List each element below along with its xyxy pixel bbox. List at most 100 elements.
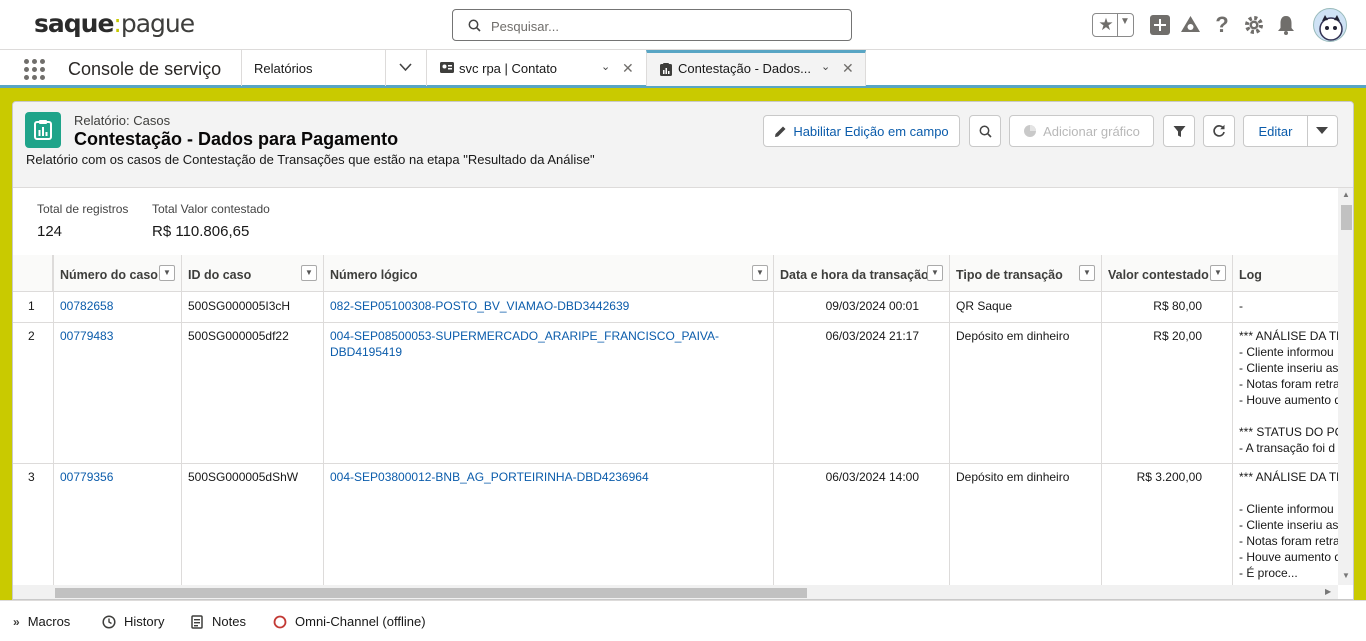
report-header: Relatório: Casos Contestação - Dados par… xyxy=(13,102,1353,188)
case-number-link[interactable]: 00779483 xyxy=(54,322,181,344)
filter-button[interactable] xyxy=(1163,115,1195,147)
chevron-down-icon[interactable] xyxy=(399,63,412,72)
search-input[interactable] xyxy=(491,16,841,36)
tab-contact[interactable]: svc rpa | Contato ⌄ ✕ xyxy=(426,50,646,86)
total-records-label: Total de registros xyxy=(37,202,129,216)
user-avatar[interactable] xyxy=(1313,8,1347,42)
scroll-right-icon[interactable]: ▶ xyxy=(1325,587,1331,596)
log-line: - Houve aumento d xyxy=(1239,393,1338,407)
log-cell: - xyxy=(1239,299,1243,313)
notes-icon xyxy=(191,614,203,629)
history-button[interactable]: History xyxy=(102,614,164,629)
close-icon[interactable]: ✕ xyxy=(842,60,854,77)
chevron-down-icon[interactable] xyxy=(1316,127,1328,135)
log-line: - A transação foi d xyxy=(1239,441,1336,455)
column-header[interactable]: Valor contestado ▼ xyxy=(1102,255,1232,292)
chevron-down-icon[interactable]: ⌄ xyxy=(601,60,610,73)
scrollbar-thumb[interactable] xyxy=(55,588,807,598)
transaction-type-cell: Depósito em dinheiro xyxy=(956,470,1070,484)
log-line: - Cliente informou xyxy=(1239,502,1334,516)
report-icon xyxy=(660,63,672,76)
chevron-down-icon[interactable]: ▼ xyxy=(1120,16,1130,27)
saquepague-logo[interactable]: saque:pague xyxy=(34,9,195,38)
filter-icon xyxy=(1173,125,1185,137)
vertical-scrollbar[interactable]: ▲ ▼ xyxy=(1338,188,1353,585)
logical-number-link-cont[interactable]: DBD4195419 xyxy=(324,338,773,360)
column-header[interactable]: Número do caso ▼ xyxy=(54,255,181,292)
close-icon[interactable]: ✕ xyxy=(622,60,634,77)
scrollbar-thumb[interactable] xyxy=(1341,205,1352,230)
column-header-label: Log xyxy=(1239,268,1262,282)
help-icon[interactable]: ? xyxy=(1211,12,1233,37)
column-menu-icon[interactable]: ▼ xyxy=(301,265,317,281)
column-header[interactable]: Log xyxy=(1233,255,1338,292)
column-case-id: ID do caso ▼ 500SG000005I3cH 500SG000005d… xyxy=(181,255,323,585)
total-records-value: 124 xyxy=(37,223,63,240)
column-header[interactable]: ID do caso ▼ xyxy=(182,255,323,292)
column-menu-icon[interactable]: ▼ xyxy=(1210,265,1226,281)
inline-edit-button[interactable]: Habilitar Edição em campo xyxy=(763,115,960,147)
add-chart-button[interactable]: Adicionar gráfico xyxy=(1009,115,1154,147)
notes-button[interactable]: Notes xyxy=(191,614,246,629)
transaction-type-cell: Depósito em dinheiro xyxy=(956,329,1070,343)
nav-object-menu[interactable]: Relatórios xyxy=(241,50,426,86)
column-header[interactable]: Número lógico ▼ xyxy=(324,255,773,292)
app-launcher-icon[interactable] xyxy=(24,59,46,81)
column-contested-value: Valor contestado ▼ R$ 80,00 R$ 20,00 R$ 3… xyxy=(1101,255,1232,585)
search-icon xyxy=(468,19,481,32)
edit-button[interactable]: Editar xyxy=(1244,124,1307,139)
notification-bell-icon[interactable] xyxy=(1275,14,1297,36)
log-line: - Cliente informou xyxy=(1239,345,1334,359)
case-number-link[interactable]: 00779356 xyxy=(54,463,181,485)
omni-channel-button[interactable]: Omni-Channel (offline) xyxy=(273,614,426,629)
global-actions-icon[interactable] xyxy=(1149,14,1171,36)
chevron-down-icon[interactable]: ⌄ xyxy=(821,60,830,73)
favorites-button[interactable]: ★ ▼ xyxy=(1092,13,1134,37)
notes-label: Notes xyxy=(212,614,246,629)
logical-number-link[interactable]: 004-SEP03800012-BNB_AG_PORTEIRINHA-DBD42… xyxy=(324,463,773,485)
refresh-button[interactable] xyxy=(1203,115,1235,147)
trailhead-icon[interactable] xyxy=(1179,14,1201,36)
logical-number-link[interactable]: 082-SEP05100308-POSTO_BV_VIAMAO-DBD34426… xyxy=(324,292,773,314)
row-number: 1 xyxy=(28,299,35,313)
utility-bar: » Macros History Notes Omni-Channel (off… xyxy=(0,600,1366,641)
scroll-up-icon[interactable]: ▲ xyxy=(1342,190,1350,199)
macros-button[interactable]: » Macros xyxy=(13,614,70,629)
omni-channel-label: Omni-Channel (offline) xyxy=(295,614,426,629)
search-icon xyxy=(979,125,992,138)
column-header-label: Valor contestado xyxy=(1108,268,1209,282)
refresh-icon xyxy=(1213,124,1225,137)
breadcrumb: Relatório: Casos xyxy=(74,113,171,128)
tab-report[interactable]: Contestação - Dados... ⌄ ✕ xyxy=(646,50,866,86)
search-report-button[interactable] xyxy=(969,115,1001,147)
column-menu-icon[interactable]: ▼ xyxy=(1079,265,1095,281)
column-menu-icon[interactable]: ▼ xyxy=(927,265,943,281)
nav-object-label: Relatórios xyxy=(254,61,313,76)
row-divider xyxy=(13,322,1338,323)
case-number-link[interactable]: 00782658 xyxy=(54,292,181,314)
datetime-cell: 06/03/2024 21:17 xyxy=(825,329,919,343)
add-chart-label: Adicionar gráfico xyxy=(1043,123,1140,139)
column-header[interactable]: Tipo de transação ▼ xyxy=(950,255,1101,292)
column-menu-icon[interactable]: ▼ xyxy=(752,265,768,281)
log-line: - É proce... xyxy=(1239,566,1298,580)
report-summary: Total de registros 124 Total Valor conte… xyxy=(13,188,1338,255)
column-header[interactable]: Data e hora da transação ▼ xyxy=(774,255,949,292)
scroll-down-icon[interactable]: ▼ xyxy=(1342,571,1350,580)
offline-status-icon xyxy=(273,615,287,628)
report-table: 1 2 3 Número do caso ▼ 00782658 00779483 … xyxy=(13,255,1338,585)
column-header-label: Data e hora da transação xyxy=(780,268,929,282)
global-search[interactable] xyxy=(452,9,852,41)
column-header-label: Tipo de transação xyxy=(956,268,1063,282)
inline-edit-label: Habilitar Edição em campo xyxy=(793,123,949,139)
column-header-label: Número do caso xyxy=(60,268,158,282)
tab-label: svc rpa | Contato xyxy=(459,61,558,76)
datetime-cell: 09/03/2024 00:01 xyxy=(825,299,919,313)
contested-value-cell: R$ 3.200,00 xyxy=(1136,470,1202,484)
gear-icon[interactable] xyxy=(1243,14,1265,36)
horizontal-scrollbar[interactable]: ▶ xyxy=(13,585,1338,599)
column-menu-icon[interactable]: ▼ xyxy=(159,265,175,281)
console-navigation: Console de serviço Relatórios svc rpa | … xyxy=(0,50,1366,88)
column-datetime: Data e hora da transação ▼ 09/03/2024 00:… xyxy=(773,255,949,585)
